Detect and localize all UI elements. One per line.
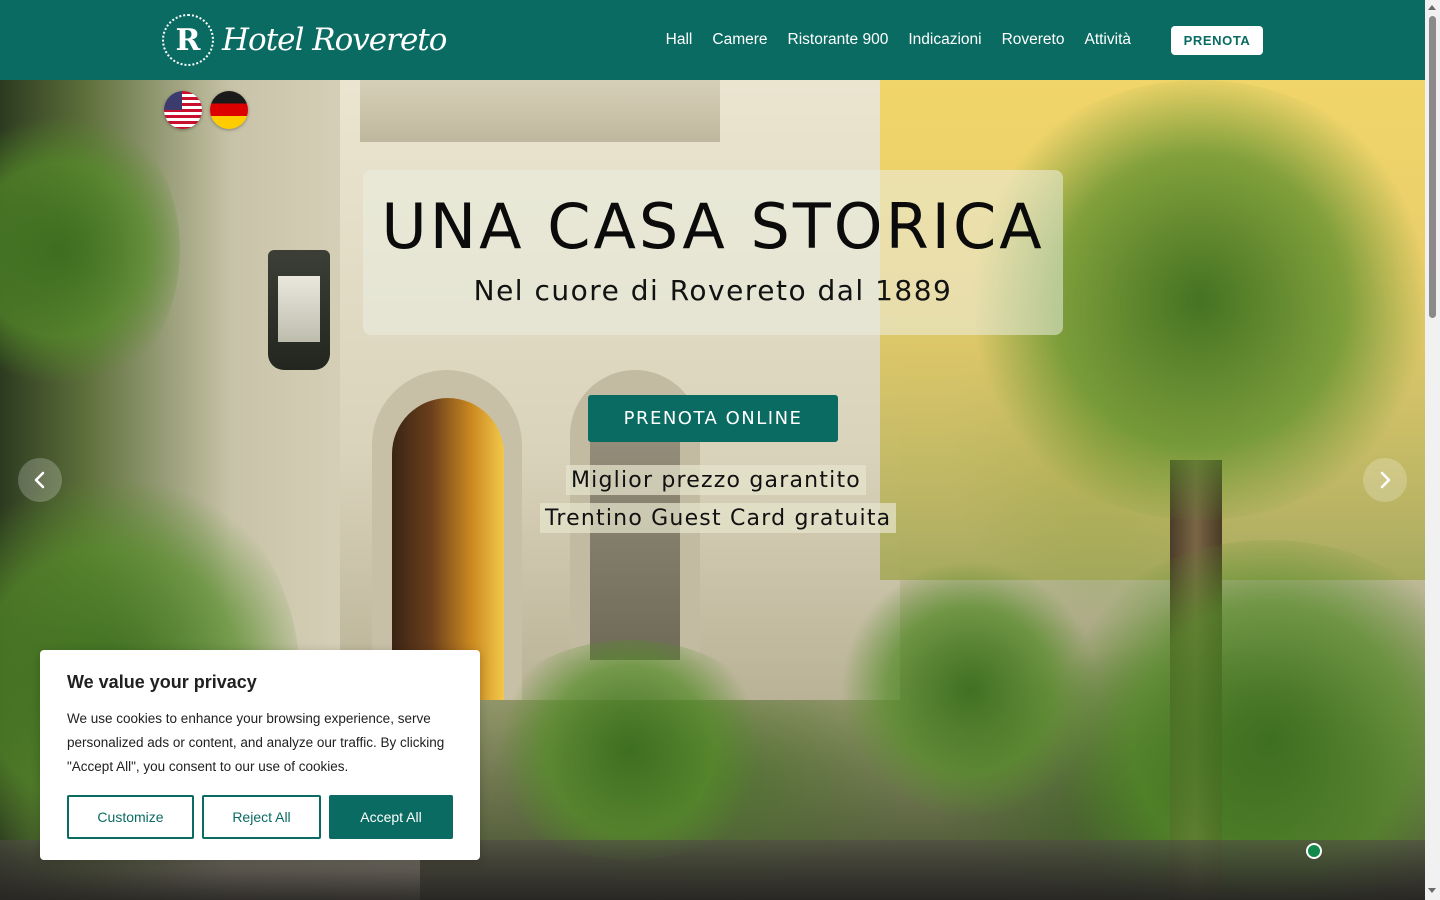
nav-item-indicazioni[interactable]: Indicazioni (908, 31, 981, 49)
logo-text: Hotel Rovereto (222, 22, 447, 58)
perk-best-price: Miglior prezzo garantito (566, 465, 866, 495)
nav-item-attivita[interactable]: Attività (1084, 31, 1131, 49)
plant-foliage (480, 640, 780, 860)
cookie-title: We value your privacy (67, 672, 257, 692)
reject-all-button[interactable]: Reject All (202, 795, 321, 839)
main-nav: Hall Camere Ristorante 900 Indicazioni R… (646, 0, 1131, 80)
hero-subheadline: Nel cuore di Rovereto dal 1889 (473, 274, 953, 307)
chevron-left-icon (34, 471, 45, 489)
site-header: R Hotel Rovereto Hall Camere Ristorante … (0, 0, 1425, 80)
language-switcher (164, 91, 256, 129)
accept-all-button[interactable]: Accept All (329, 795, 453, 839)
nav-item-ristorante[interactable]: Ristorante 900 (788, 31, 889, 49)
slider-next-button[interactable] (1363, 458, 1407, 502)
nav-item-rovereto[interactable]: Rovereto (1002, 31, 1065, 49)
nav-item-hall[interactable]: Hall (666, 31, 693, 49)
cookie-text: We use cookies to enhance your browsing … (67, 711, 445, 774)
scroll-up-arrow-icon[interactable] (1428, 5, 1436, 10)
customize-button[interactable]: Customize (67, 795, 194, 839)
logo-emblem-icon: R (162, 14, 214, 66)
hero-background-balcony (360, 80, 720, 142)
page-scrollbar[interactable] (1425, 0, 1440, 900)
cookie-consent-banner: We value your privacy We use cookies to … (40, 650, 480, 860)
chevron-right-icon (1380, 471, 1391, 489)
germany-flag-icon[interactable] (210, 91, 248, 129)
wall-lantern-glass (278, 276, 320, 342)
logo-monogram: R (175, 22, 201, 58)
plant-foliage (840, 560, 1100, 820)
us-flag-icon[interactable] (164, 91, 202, 129)
scroll-down-arrow-icon[interactable] (1428, 888, 1436, 893)
hero-caption: UNA CASA STORICA Nel cuore di Rovereto d… (363, 170, 1063, 335)
slide-indicator-dot[interactable] (1306, 843, 1322, 859)
hero-headline: UNA CASA STORICA (381, 190, 1045, 263)
slider-prev-button[interactable] (18, 458, 62, 502)
scroll-thumb[interactable] (1429, 16, 1436, 318)
perk-guest-card: Trentino Guest Card gratuita (540, 503, 897, 533)
prenota-online-button[interactable]: PRENOTA ONLINE (588, 395, 838, 442)
nav-item-camere[interactable]: Camere (712, 31, 767, 49)
hotel-logo[interactable]: R Hotel Rovereto (162, 14, 447, 66)
prenota-button[interactable]: PRENOTA (1171, 26, 1263, 55)
